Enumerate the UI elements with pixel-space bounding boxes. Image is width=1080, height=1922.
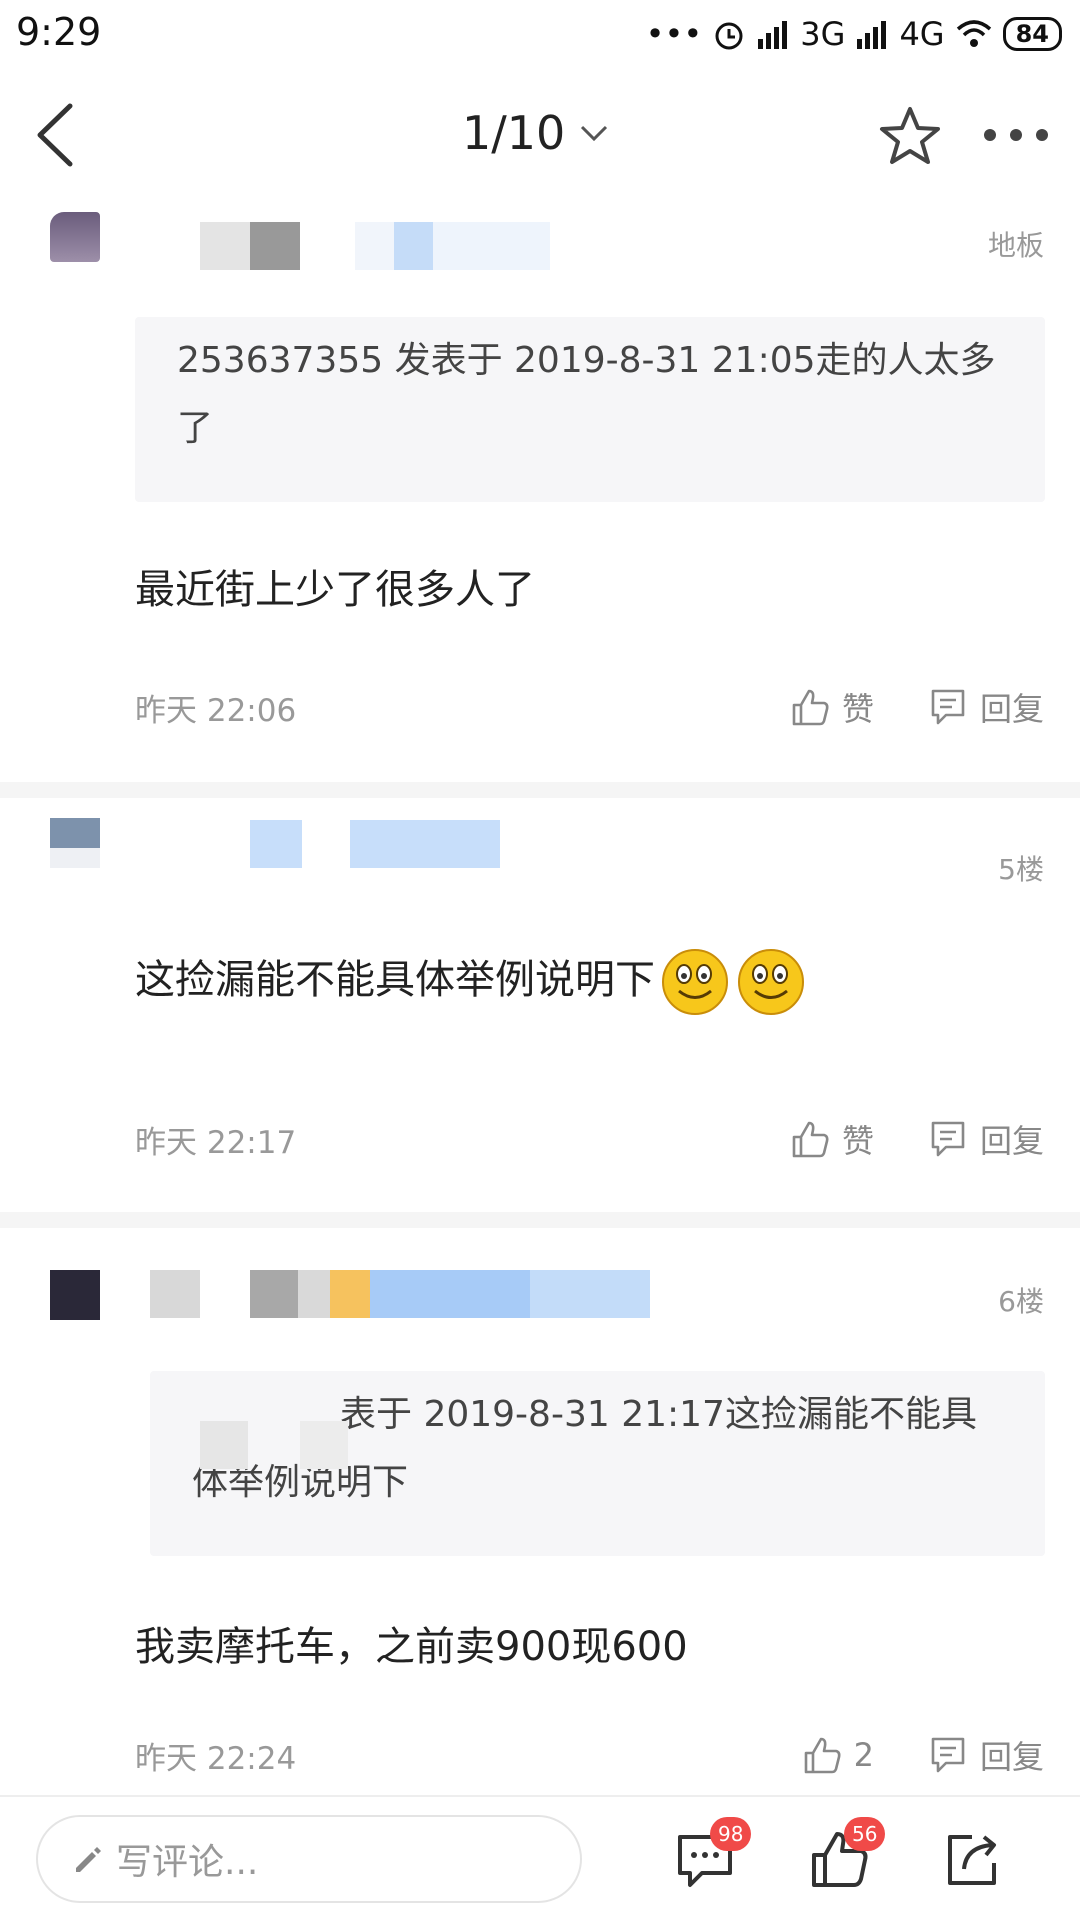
post-time: 昨天 22:06 (135, 692, 297, 729)
pencil-icon (76, 1847, 101, 1872)
comment-count-badge: 98 (710, 1817, 752, 1851)
post-meta: 昨天 22:17 赞 回复 (135, 1114, 1044, 1164)
like-count: 2 (853, 1736, 874, 1774)
post-content: 我卖摩托车，之前卖900现600 (135, 1624, 688, 1670)
share-button[interactable] (944, 1829, 1004, 1889)
user-badge-blurred (350, 820, 500, 868)
separator (0, 782, 1080, 798)
user-badge-blurred (250, 1270, 650, 1318)
user-badge-blurred (355, 222, 550, 270)
reply-label: 回复 (979, 1738, 1044, 1776)
more-icon[interactable] (980, 124, 1052, 146)
like-label: 赞 (841, 1122, 874, 1160)
like-count-badge: 56 (844, 1817, 886, 1851)
bottom-bar: 写评论... 98 56 (0, 1795, 1080, 1922)
post-floor-6: 6楼 表于 2019-8-31 21:17这捡漏能不能具体举例说明下 我卖摩托车… (0, 1228, 1080, 1795)
smiley-emoji-icon (738, 949, 804, 1015)
reply-button[interactable]: 回复 (928, 1732, 1044, 1778)
chevron-down-icon (581, 125, 608, 142)
comment-placeholder: 写评论... (116, 1842, 259, 1883)
comment-input[interactable]: 写评论... (36, 1815, 582, 1903)
post-content: 这捡漏能不能具体举例说明下 (135, 946, 807, 1018)
like-post-button[interactable]: 56 (810, 1817, 886, 1889)
reply-icon (931, 1121, 965, 1157)
floor-label: 地板 (987, 229, 1044, 262)
username-blurred[interactable] (150, 1270, 200, 1318)
dots-icon: ••• (645, 15, 703, 53)
floor-label: 6楼 (998, 1285, 1044, 1318)
status-icons: ••• 3G 4G 84 (646, 12, 1062, 56)
page-indicator: 1/10 (462, 106, 566, 160)
network-4g: 4G (899, 15, 945, 53)
reply-button[interactable]: 回复 (928, 1116, 1044, 1162)
signal-icon (758, 21, 788, 49)
quote-name-blurred (300, 1421, 348, 1469)
page-selector[interactable]: 1/10 (462, 106, 609, 160)
post-text: 这捡漏能不能具体举例说明下 (135, 957, 655, 1003)
smiley-emoji-icon (662, 949, 728, 1015)
like-button[interactable]: 2 (802, 1735, 874, 1775)
username-blurred[interactable] (200, 222, 300, 270)
share-icon (948, 1835, 996, 1885)
post-floor-1: 地板 253637355 发表于 2019-8-31 21:05走的人太多了 最… (0, 202, 1080, 782)
avatar[interactable] (50, 818, 100, 868)
reply-label: 回复 (979, 1122, 1044, 1160)
post-meta: 昨天 22:24 2 回复 (135, 1730, 1044, 1780)
top-nav-bar: 1/10 (0, 70, 1080, 204)
post-time: 昨天 22:17 (135, 1124, 297, 1161)
quote-block[interactable]: 表于 2019-8-31 21:17这捡漏能不能具体举例说明下 (150, 1371, 1045, 1556)
reply-icon (931, 689, 965, 725)
reply-icon (931, 1737, 965, 1773)
like-label: 赞 (841, 690, 874, 728)
status-time: 9:29 (16, 10, 102, 54)
username-blurred[interactable] (250, 820, 302, 868)
separator (0, 1212, 1080, 1228)
reply-label: 回复 (979, 690, 1044, 728)
post-content: 最近街上少了很多人了 (135, 567, 535, 613)
network-3g: 3G (800, 15, 846, 53)
quote-block[interactable]: 253637355 发表于 2019-8-31 21:05走的人太多了 (135, 317, 1045, 502)
quote-avatar-blurred (200, 1421, 248, 1469)
back-icon[interactable] (28, 100, 88, 170)
like-button[interactable]: 赞 (790, 1116, 874, 1162)
thumb-up-icon (792, 689, 829, 726)
alarm-icon (715, 22, 743, 50)
comments-button[interactable]: 98 (676, 1817, 752, 1889)
post-floor-5: 5楼 这捡漏能不能具体举例说明下 昨天 22:17 赞 回复 (0, 798, 1080, 1212)
thumb-up-icon (792, 1121, 829, 1158)
star-icon[interactable] (878, 104, 942, 168)
thumb-up-icon (804, 1737, 841, 1774)
post-time: 昨天 22:24 (135, 1740, 297, 1777)
avatar[interactable] (50, 212, 100, 262)
like-button[interactable]: 赞 (790, 684, 874, 730)
status-bar: 9:29 ••• 3G 4G 84 (0, 0, 1080, 70)
avatar[interactable] (50, 1270, 100, 1320)
floor-label: 5楼 (998, 853, 1044, 886)
reply-button[interactable]: 回复 (928, 684, 1044, 730)
battery-indicator: 84 (1002, 17, 1062, 51)
post-meta: 昨天 22:06 赞 回复 (135, 682, 1044, 732)
wifi-icon (956, 20, 991, 47)
signal-icon-2 (857, 21, 887, 49)
